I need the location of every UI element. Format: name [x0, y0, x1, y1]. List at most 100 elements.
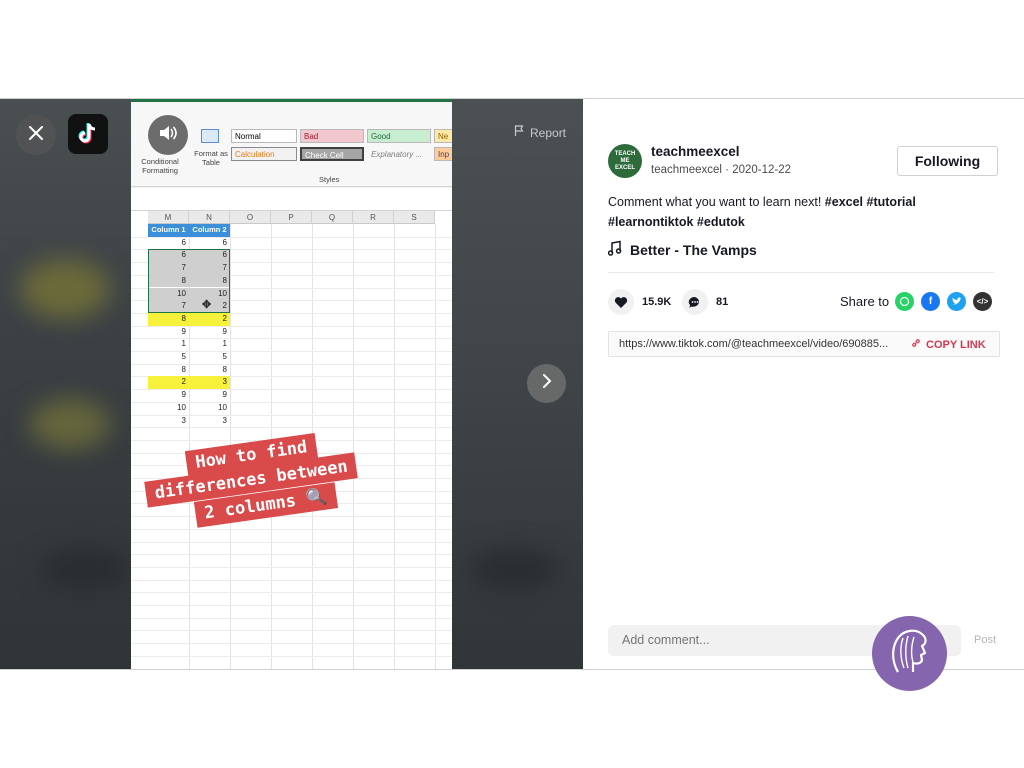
whatsapp-icon[interactable] [895, 292, 914, 311]
close-icon [28, 125, 44, 146]
table-cell[interactable]: 9 [189, 389, 230, 402]
video-url: https://www.tiktok.com/@teachmeexcel/vid… [619, 338, 889, 350]
format-as-table-label: Format as Table [194, 149, 228, 167]
gridline [131, 605, 452, 606]
blur-spot [20, 259, 110, 319]
link-icon [911, 338, 921, 351]
table-cell[interactable]: 9 [148, 389, 189, 402]
gridline [131, 528, 452, 530]
comment-icon[interactable] [682, 289, 708, 315]
gridline [131, 427, 452, 429]
gridline [394, 224, 395, 669]
music-link[interactable]: Better - The Vamps [607, 240, 757, 259]
post-button[interactable]: Post [974, 634, 996, 646]
following-button[interactable]: Following [897, 146, 998, 176]
report-link[interactable]: Report [514, 125, 566, 140]
blur-spot [40, 549, 130, 589]
table-cell[interactable]: 2 [148, 376, 189, 390]
styles-group-label: Styles [319, 175, 340, 184]
table-cell[interactable]: 3 [189, 415, 230, 428]
style-check-cell: Check Cell [300, 147, 364, 161]
table-cell[interactable]: 3 [148, 415, 189, 428]
format-table-icon [201, 129, 219, 143]
post-description: Comment what you want to learn next! #ex… [608, 192, 988, 232]
twitter-icon[interactable] [947, 292, 966, 311]
video-player[interactable]: Conditional Formatting Format as Table N… [0, 99, 583, 669]
close-button[interactable] [16, 115, 56, 155]
column-header-r: R [353, 211, 394, 224]
table-cell[interactable]: 9 [148, 326, 189, 339]
flag-icon [514, 125, 525, 140]
gridline [353, 224, 354, 669]
gridline [435, 224, 436, 669]
style-calculation: Calculation [231, 147, 297, 161]
gridline [131, 630, 452, 632]
author-subline: teachmeexcel · 2020-12-22 [651, 164, 791, 176]
speaker-icon [158, 124, 178, 147]
handle: teachmeexcel [651, 164, 722, 176]
next-video-button[interactable] [527, 364, 566, 403]
report-label: Report [530, 125, 567, 140]
table-cell[interactable]: 5 [148, 351, 189, 364]
table-cell[interactable]: 9 [189, 326, 230, 339]
heart-icon[interactable] [608, 289, 634, 315]
gridline [131, 643, 452, 645]
accessibility-helper-button[interactable] [872, 616, 947, 691]
column-header-q: Q [312, 211, 353, 224]
post-date: 2020-12-22 [732, 164, 792, 176]
style-explanatory: Explanatory ... [367, 147, 431, 161]
divider [608, 272, 994, 273]
style-bad: Bad [300, 129, 364, 143]
ribbon-accent [131, 99, 452, 102]
table-cell[interactable]: 10 [148, 402, 189, 415]
table-cell[interactable]: 6 [148, 237, 189, 250]
table-cell[interactable]: 2 [189, 312, 230, 326]
mute-button[interactable] [148, 115, 188, 155]
hashtag-excel[interactable]: #excel [825, 195, 863, 209]
post-info-panel: TEACH ME EXCEL teachmeexcel teachmeexcel… [583, 99, 1024, 669]
gridline [131, 516, 452, 518]
gridline [131, 554, 452, 556]
like-stat[interactable]: 15.9K [608, 289, 671, 315]
table-cell[interactable]: 8 [189, 364, 230, 377]
like-count: 15.9K [642, 296, 672, 308]
chevron-right-icon [541, 373, 553, 394]
description-text: Comment what you want to learn next! [608, 195, 822, 209]
comment-input[interactable] [622, 633, 882, 647]
table-cell[interactable]: 5 [189, 351, 230, 364]
avatar[interactable]: TEACH ME EXCEL [608, 144, 642, 178]
column-header-m: M [148, 211, 189, 224]
gridline [131, 541, 452, 543]
embed-icon[interactable]: </> [973, 292, 992, 311]
username[interactable]: teachmeexcel [651, 144, 740, 159]
hashtag-edutok[interactable]: #edutok [697, 215, 745, 229]
video-frame: Conditional Formatting Format as Table N… [131, 99, 452, 669]
hashtag-learnontiktok[interactable]: #learnontiktok [608, 215, 693, 229]
comment-count: 81 [716, 296, 729, 308]
tiktok-note-icon [78, 123, 96, 144]
tiktok-logo[interactable] [68, 114, 108, 154]
table-cell[interactable]: 8 [148, 364, 189, 377]
table-cell[interactable]: 8 [148, 312, 189, 326]
copy-link-button[interactable]: COPY LINK [911, 338, 986, 351]
face-profile-icon [888, 626, 932, 681]
style-neutral: Ne [434, 129, 452, 143]
table-header-cell[interactable]: Column 2 [189, 224, 230, 237]
gridline [131, 566, 452, 568]
gridline [131, 655, 452, 657]
table-cell[interactable]: 1 [148, 338, 189, 351]
table-cell[interactable]: 6 [189, 237, 230, 250]
hashtag-tutorial[interactable]: #tutorial [867, 195, 916, 209]
column-header-s: S [394, 211, 435, 224]
style-good: Good [367, 129, 431, 143]
facebook-icon[interactable]: f [921, 292, 940, 311]
formula-bar [131, 188, 452, 211]
table-header-cell[interactable]: Column 1 [148, 224, 189, 237]
blur-spot [470, 549, 560, 589]
column-header-p: P [271, 211, 312, 224]
table-cell[interactable]: 3 [189, 376, 230, 390]
table-cell[interactable]: 10 [189, 402, 230, 415]
comment-stat[interactable]: 81 [682, 289, 728, 315]
gridline [131, 617, 452, 619]
table-cell[interactable]: 1 [189, 338, 230, 351]
